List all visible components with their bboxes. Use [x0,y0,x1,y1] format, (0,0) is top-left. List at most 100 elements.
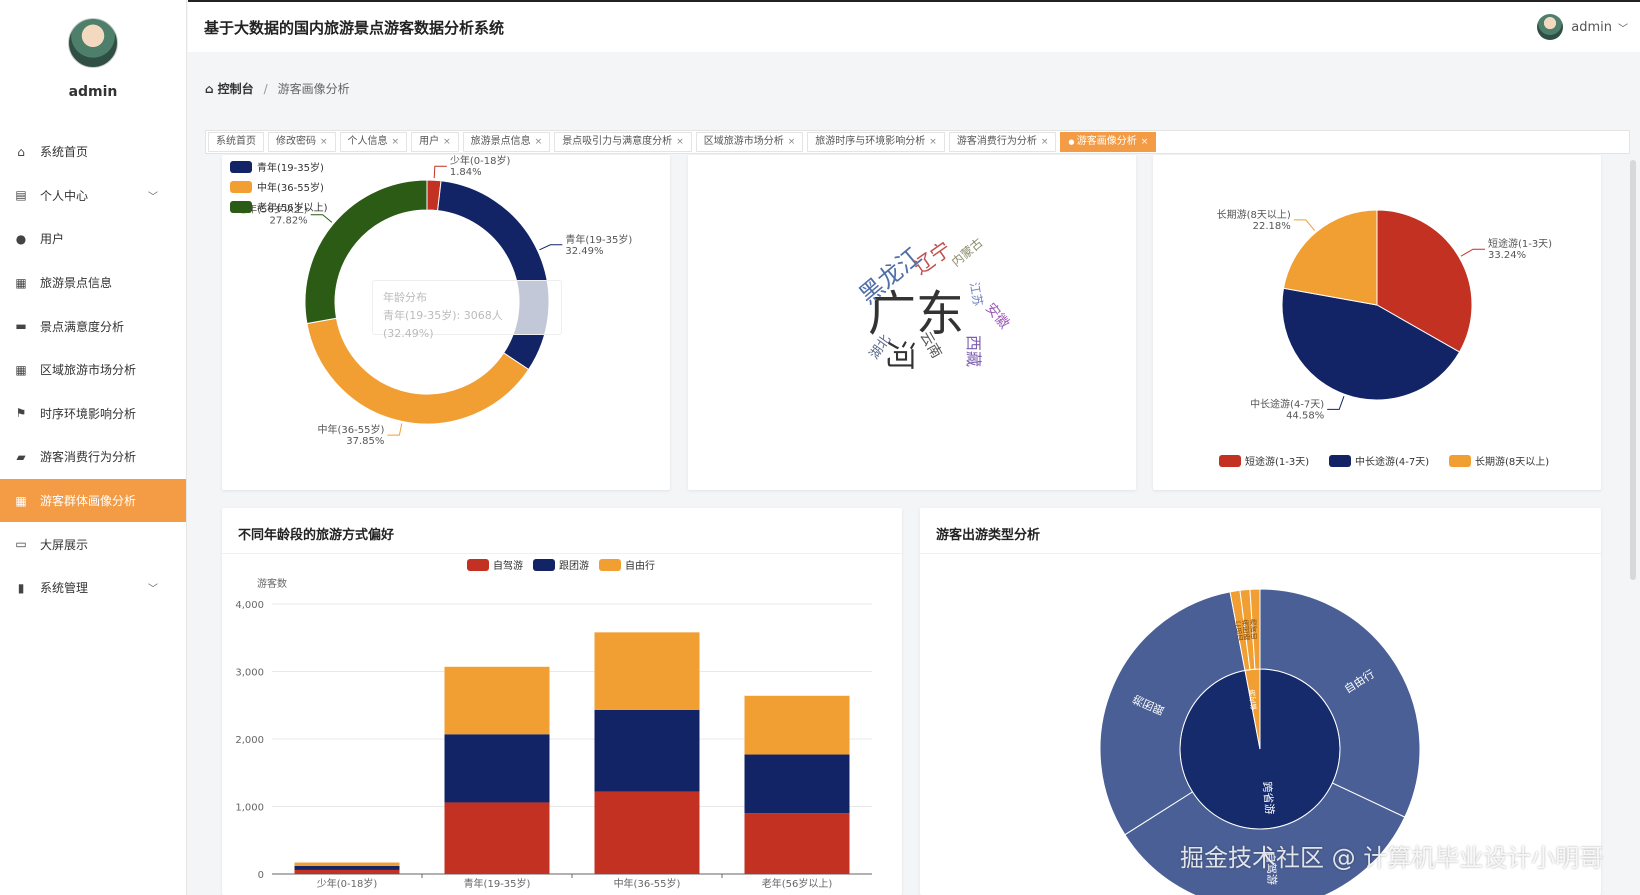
flag-icon: ⚑ [15,406,27,421]
breadcrumb-home-label: 控制台 [217,82,254,96]
ticket-icon: ▰ [16,449,26,464]
x-tick-label: 青年(19-35岁) [464,877,531,890]
travel-mode-card: 不同年龄段的旅游方式偏好 自驾游 跟团游 自由行 游客数 0 1,000 2,000 3,00… [222,508,902,895]
sidebar-item-label: 用户 [40,232,65,247]
sunburst-label: 自驾游 [1249,619,1259,640]
sidebar-item-label: 旅游景点信息 [40,276,113,291]
user-menu[interactable]: admin ﹀ [1537,14,1628,40]
tab-3[interactable]: 用户 × [411,132,459,152]
label-line [1293,219,1316,231]
tab-bar: 系统首页 修改密码 × 个人信息 × 用户 × 旅游景点信息 × 景点吸引力与满意度分析 × 区域旅游… [205,130,1630,154]
sidebar-item-1[interactable]: ▤ 个人中心 ﹀ [0,174,186,218]
tab-label: 旅游景点信息 [470,136,531,147]
tab-2[interactable]: 个人信息 × [339,132,408,152]
sidebar-menu: ⌂ 系统首页 ▤ 个人中心 ﹀ ● 用户 ▦ 旅游景点信息 ▬ 景点满意度分析 ▦ 区域旅游市场分析 ⚑ 时… [0,130,186,610]
trip-duration-pie-chart: 短途游(1-3天)33.24%中长途游(4-7天)44.58%长期游(8天以上)… [1217,208,1553,468]
close-icon[interactable]: × [392,137,400,147]
close-icon[interactable]: × [788,137,796,147]
tab-label: 游客消费行为分析 [956,136,1037,147]
bar [594,632,700,710]
axis-label: 游客数 [257,577,287,590]
sidebar-item-2[interactable]: ● 用户 [0,217,186,261]
breadcrumb-current: 游客画像分析 [277,82,350,96]
page-scrollbar[interactable] [1630,160,1636,580]
sidebar-item-7[interactable]: ▰ 游客消费行为分析 [0,435,186,479]
label-line [310,214,333,223]
legend-swatch [1219,455,1241,467]
tab-label: 游客画像分析 [1076,136,1137,147]
sidebar-item-label: 系统首页 [40,145,89,160]
breadcrumb: ⌂ 控制台 / 游客画像分析 [205,80,350,97]
avatar[interactable] [1537,14,1564,40]
bar [444,734,550,803]
pie-slice [1282,209,1378,306]
bar [444,666,550,735]
trip-type-card: 游客出游类型分析 跨省游 省内游 自由行 自驾游 跟团游 自由行 跟团游 自驾游 [920,508,1601,895]
tab-7[interactable]: 旅游时序与环境影响分析 × [807,132,945,152]
sidebar-item-label: 时序环境影响分析 [40,406,137,421]
close-icon[interactable]: × [929,137,937,147]
tab-6[interactable]: 区域旅游市场分析 × [695,132,804,152]
label-line [387,423,403,436]
sidebar-item-0[interactable]: ⌂ 系统首页 [0,130,186,174]
label-line [1460,248,1485,257]
legend-label: 老年(56岁以上) [257,201,328,214]
sidebar-item-3[interactable]: ▦ 旅游景点信息 [0,261,186,305]
chevron-down-icon: ﹀ [148,584,158,596]
bar [294,869,400,874]
legend-label: 中长途游(4-7天) [1355,455,1429,468]
monitor-icon: ▭ [15,537,27,552]
region-wordcloud: 广东黑龙江辽宁内蒙古江苏安徽云南湖北 西藏河 [854,235,1012,370]
sidebar: admin ⌂ 系统首页 ▤ 个人中心 ﹀ ● 用户 ▦ 旅游景点信息 ▬ 景点满意度分析 ▦ 区域旅游… [0,0,187,895]
slice-label: 短途游(1-3天) [1488,237,1552,250]
slice-value: 33.24% [1488,250,1526,261]
sidebar-item-label: 大屏展示 [40,537,89,552]
sidebar-item-6[interactable]: ⚑ 时序环境影响分析 [0,392,186,436]
avatar[interactable] [68,18,118,68]
tooltip-title: 年龄分布 [383,291,427,304]
age-distribution-card: 少年(0-18岁) 1.84% 青年(19-35岁) 32.49% 中年(36-55岁)… [222,155,670,490]
x-tick-label: 中年(36-55岁) [614,877,681,890]
legend-swatch [533,559,555,571]
chevron-down-icon: ﹀ [1618,23,1628,35]
home-icon: ⌂ [205,81,214,96]
bar-chart-icon: ▮ [17,580,25,595]
tab-label: 修改密码 [276,136,316,147]
breadcrumb-separator: / [263,81,268,96]
breadcrumb-home[interactable]: ⌂ 控制台 [205,80,254,97]
tab-5[interactable]: 景点吸引力与满意度分析 × [554,132,692,152]
sidebar-item-label: 游客消费行为分析 [40,450,137,465]
tab-9[interactable]: ● 游客画像分析 × [1060,132,1157,152]
close-icon[interactable]: × [443,137,451,147]
sidebar-item-5[interactable]: ▦ 区域旅游市场分析 [0,348,186,392]
slice-value: 32.49% [565,246,603,257]
legend-swatch [230,181,252,193]
close-icon[interactable]: × [535,137,543,147]
sidebar-item-8[interactable]: ▦ 游客群体画像分析 [0,478,186,523]
close-icon[interactable]: × [676,137,684,147]
tab-8[interactable]: 游客消费行为分析 × [948,132,1057,152]
legend-swatch [599,559,621,571]
slice-value: 22.18% [1253,221,1291,232]
bar [444,802,550,874]
label-line [1327,396,1345,410]
slice-value: 1.84% [450,167,482,178]
legend-swatch [1329,455,1351,467]
tab-0[interactable]: 系统首页 [208,132,264,152]
tab-1[interactable]: 修改密码 × [268,132,336,152]
legend-label: 青年(19-35岁) [257,161,324,174]
bar [744,754,850,814]
close-icon[interactable]: × [1141,137,1149,147]
bar [294,862,400,866]
tab-4[interactable]: 旅游景点信息 × [462,132,551,152]
close-icon[interactable]: × [1041,137,1049,147]
travel-mode-bar-chart: 自驾游 跟团游 自由行游客数 0 1,000 2,000 3,000 4,000 少年(0-18… [235,559,872,890]
close-icon[interactable]: × [320,137,328,147]
sidebar-item-9[interactable]: ▭ 大屏展示 [0,522,186,566]
y-tick-label: 0 [258,870,264,881]
sidebar-item-10[interactable]: ▮ 系统管理 ﹀ [0,566,186,610]
sidebar-item-4[interactable]: ▬ 景点满意度分析 [0,304,186,348]
tab-label: 景点吸引力与满意度分析 [562,136,673,147]
legend-label: 短途游(1-3天) [1245,455,1309,468]
card-icon: ▤ [15,188,27,203]
